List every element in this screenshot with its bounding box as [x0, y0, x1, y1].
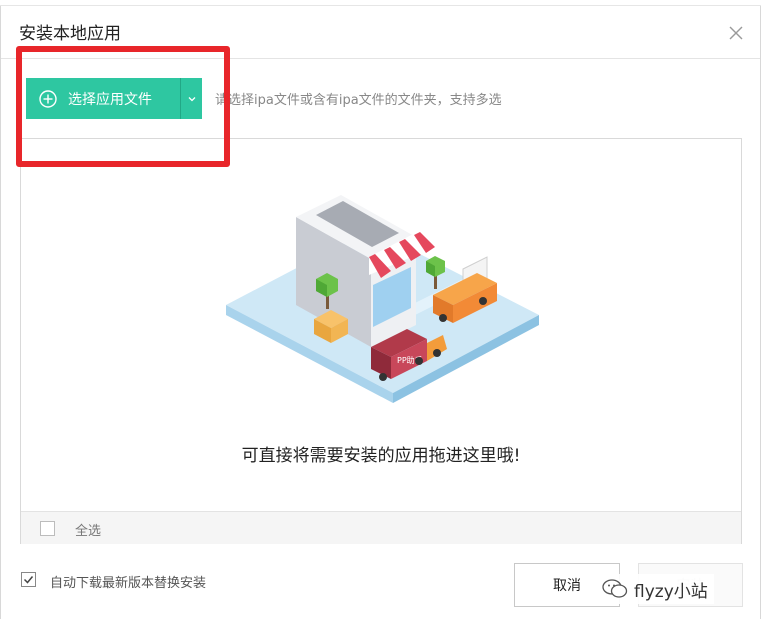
checkmark-icon [23, 576, 34, 584]
header-divider [1, 58, 760, 59]
watermark-text: flyzy小站 [634, 581, 708, 602]
dialog-title: 安装本地应用 [19, 24, 121, 44]
plus-circle-icon [39, 89, 57, 108]
select-app-file-label: 选择应用文件 [68, 91, 152, 108]
wechat-icon [602, 579, 628, 598]
drop-zone-message: 可直接将需要安装的应用拖进这里哦! [241, 446, 521, 466]
select-app-file-main[interactable]: 选择应用文件 [26, 78, 180, 119]
watermark: flyzy小站 [600, 574, 714, 604]
select-all-checkbox[interactable] [40, 521, 55, 536]
select-app-file-button[interactable]: 选择应用文件 [26, 78, 202, 119]
chevron-down-icon [188, 96, 195, 101]
select-all-label[interactable]: 全选 [75, 520, 101, 539]
install-local-app-dialog: 安装本地应用 选择应用文件 请选择ipa文件或含有ipa文件的文件夹，支持多选 [0, 6, 761, 619]
select-hint: 请选择ipa文件或含有ipa文件的文件夹，支持多选 [215, 93, 502, 108]
select-dropdown-toggle[interactable] [181, 78, 202, 119]
store-delivery-illustration: PP助手 [226, 195, 539, 403]
drop-zone[interactable]: PP助手 可直接将需要安装的应用拖进这里哦! 全选 [20, 138, 742, 544]
close-icon [729, 26, 743, 40]
drop-zone-footer: 全选 [21, 511, 741, 544]
close-button[interactable] [723, 20, 749, 46]
auto-update-checkbox[interactable] [21, 572, 36, 587]
auto-update-label[interactable]: 自动下载最新版本替换安装 [50, 572, 206, 591]
